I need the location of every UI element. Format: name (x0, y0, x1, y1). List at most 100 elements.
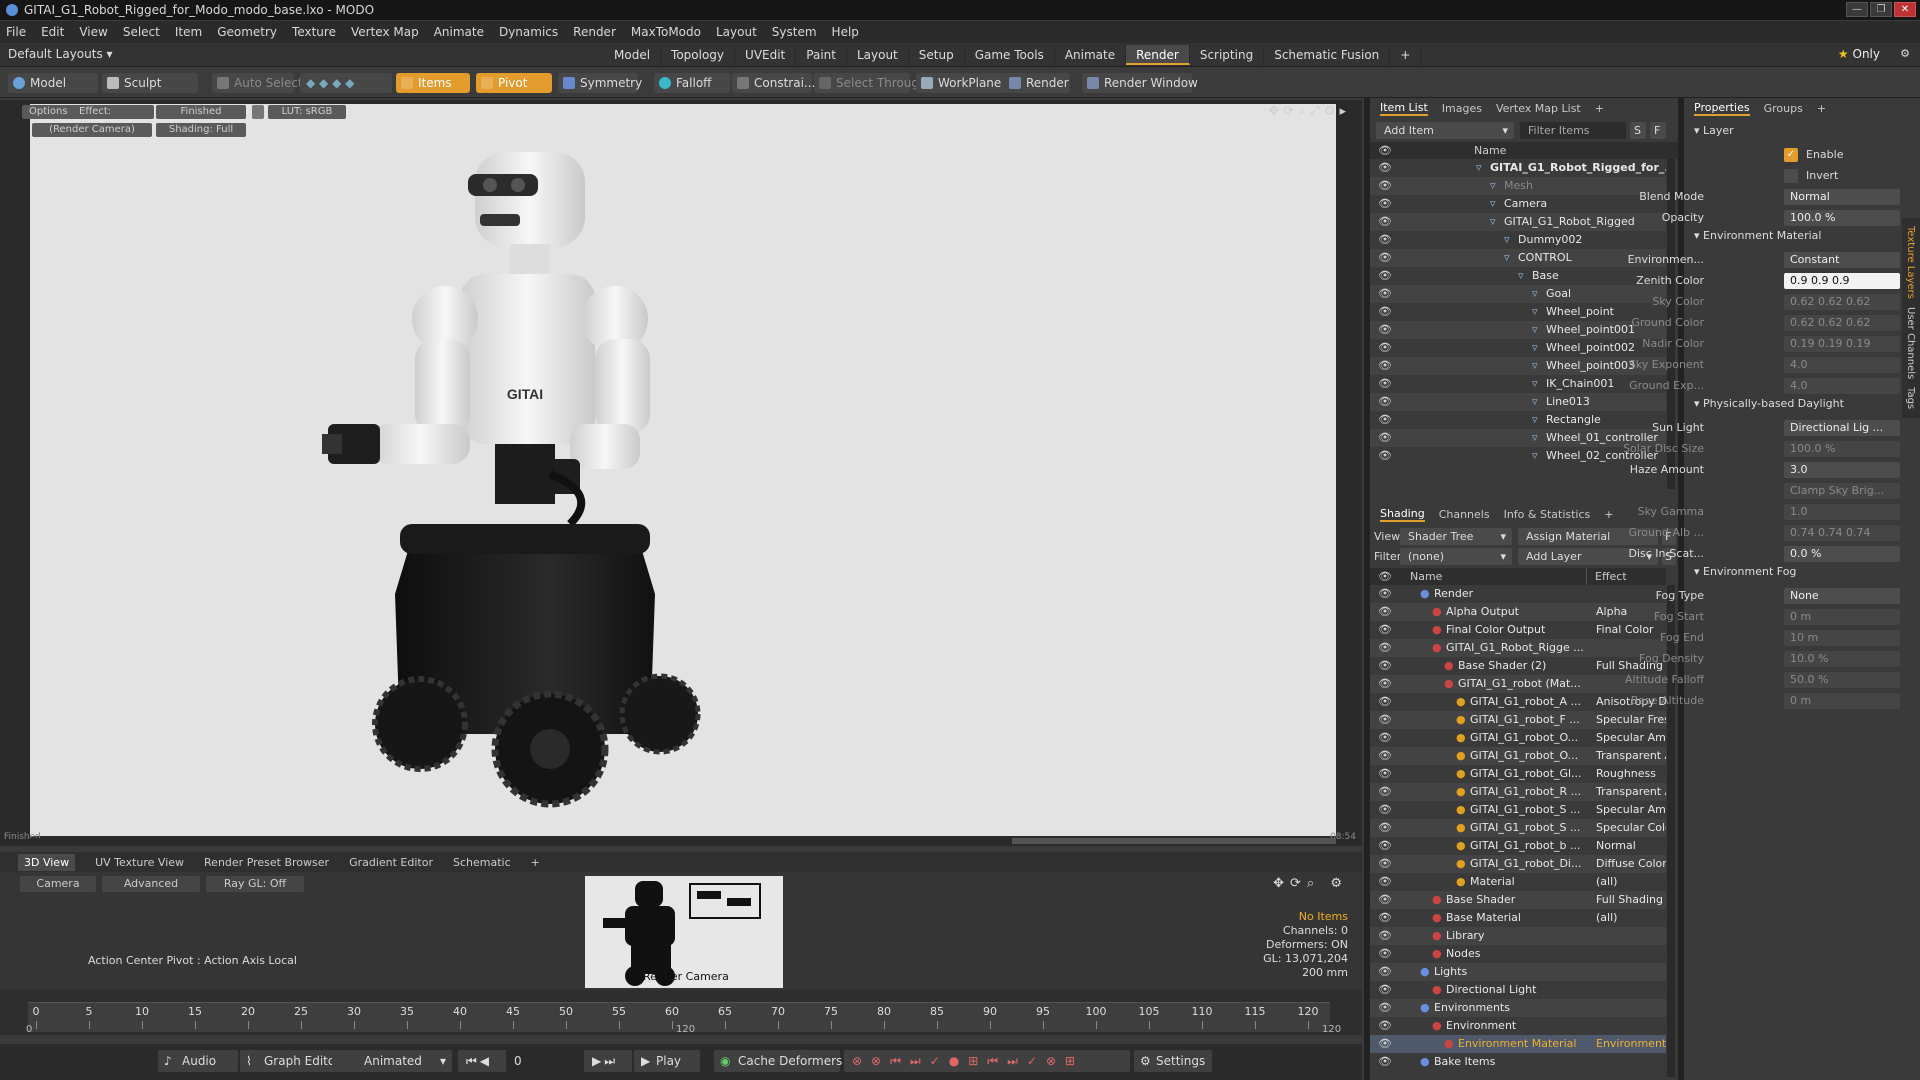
sculpt-button[interactable]: Sculpt (102, 73, 198, 93)
property-base-altitude[interactable]: Base Altitude 0 m (1631, 691, 1900, 711)
animated-select[interactable]: Animated ▾ (332, 1050, 452, 1072)
layout-tab-game-tools[interactable]: Game Tools (965, 45, 1055, 65)
prop-section-layer[interactable]: ▾ Layer (1694, 124, 1734, 137)
visibility-eye-icon[interactable]: 👁 (1378, 693, 1392, 711)
property-sky-exponent[interactable]: Sky Exponent 4.0 (1629, 355, 1900, 375)
property-value[interactable]: 0.9 0.9 0.9 (1784, 273, 1900, 289)
items-button[interactable]: Items (396, 73, 470, 93)
menu-texture[interactable]: Texture (292, 25, 336, 39)
visibility-eye-icon[interactable]: 👁 (1378, 675, 1392, 693)
render-window-button[interactable]: Render Window (1082, 73, 1198, 93)
viewport-nav-icons[interactable]: ✥⟳⌕⤢⚙▸ (1268, 104, 1350, 119)
item-row[interactable]: 👁 ▿ Wheel_02_controller (1370, 447, 1666, 465)
item-row[interactable]: 👁 ▿ Wheel_point (1370, 303, 1666, 321)
item-row[interactable]: 👁 ▿ Mesh (1370, 177, 1666, 195)
ray-gl-button[interactable]: Ray GL: Off (206, 876, 304, 892)
visibility-eye-icon[interactable]: 👁 (1378, 621, 1392, 639)
property-value[interactable]: 100.0 % (1784, 441, 1900, 457)
visibility-eye-icon[interactable]: 👁 (1378, 1017, 1392, 1035)
property-clamp-sky-brig[interactable]: Clamp Sky Brig... (1684, 481, 1900, 501)
bottom-tab-3d-view[interactable]: 3D View (18, 853, 76, 871)
item-list-tab-vertex-map-list[interactable]: Vertex Map List (1496, 102, 1581, 115)
lock-icon[interactable] (252, 105, 264, 119)
property-value[interactable]: 4.0 (1784, 357, 1900, 373)
visibility-eye-icon[interactable]: 👁 (1378, 909, 1392, 927)
bottom-tab-schematic[interactable]: Schematic (453, 856, 511, 869)
property-value[interactable]: None (1784, 588, 1900, 604)
render-canvas[interactable]: GITAI (30, 104, 1336, 836)
visibility-eye-icon[interactable]: 👁 (1378, 303, 1392, 321)
item-row[interactable]: 👁 ▿ Wheel_point003 (1370, 357, 1666, 375)
visibility-eye-icon[interactable]: 👁 (1378, 657, 1392, 675)
shader-row[interactable]: 👁 ● Material (all) (1370, 873, 1666, 891)
shader-row[interactable]: 👁 ● GITAI_G1_robot_O... Specular Amount (1370, 729, 1666, 747)
bottom-tab-gradient-editor[interactable]: Gradient Editor (349, 856, 433, 869)
layout-tab-animate[interactable]: Animate (1055, 45, 1127, 65)
menu-view[interactable]: View (79, 25, 107, 39)
visibility-eye-icon[interactable]: 👁 (1378, 603, 1392, 621)
menu-maxtomodo[interactable]: MaxToModo (631, 25, 701, 39)
item-row[interactable]: 👁 ▿ GITAI_G1_Robot_Rigged_for_... (1370, 159, 1666, 177)
prop-section-environment-material[interactable]: ▾ Environment Material (1694, 229, 1821, 242)
shader-row[interactable]: 👁 ● GITAI_G1_robot_b ... Normal (1370, 837, 1666, 855)
item-row[interactable]: 👁 ▿ CONTROL (1370, 249, 1666, 267)
property-nadir-color[interactable]: Nadir Color 0.19 0.19 0.19 (1642, 334, 1900, 354)
render-button[interactable]: Render (1004, 73, 1070, 93)
layout-tab-uvedit[interactable]: UVEdit (735, 45, 797, 65)
property-disc-in-scat[interactable]: Disc In-Scat... 0.0 % (1628, 544, 1900, 564)
menu-help[interactable]: Help (832, 25, 859, 39)
property-value[interactable]: 0 m (1784, 609, 1900, 625)
property-value[interactable]: 0.74 0.74 0.74 (1784, 525, 1900, 541)
menu-system[interactable]: System (772, 25, 817, 39)
property-value[interactable]: 10 m (1784, 630, 1900, 646)
properties-tab-groups[interactable]: Groups (1764, 102, 1803, 115)
item-row[interactable]: 👁 ▿ Line013 (1370, 393, 1666, 411)
play-button[interactable]: ▶ Play (634, 1050, 700, 1072)
property-opacity[interactable]: Opacity 100.0 % (1662, 208, 1900, 228)
shader-row[interactable]: 👁 ● Render (1370, 585, 1666, 603)
close-button[interactable]: ✕ (1894, 2, 1916, 17)
visibility-eye-icon[interactable]: 👁 (1378, 585, 1392, 603)
visibility-eye-icon[interactable]: 👁 (1378, 159, 1392, 177)
lut-chip[interactable]: LUT: sRGB (268, 105, 346, 119)
visibility-eye-icon[interactable]: 👁 (1378, 339, 1392, 357)
property-haze-amount[interactable]: Haze Amount 3.0 (1630, 460, 1900, 480)
view-select[interactable]: Shader Tree ▾ (1400, 528, 1512, 545)
visibility-eye-icon[interactable]: 👁 (1378, 195, 1392, 213)
side-tab-texture-layers[interactable]: Texture Layers (1905, 226, 1916, 299)
item-row[interactable]: 👁 ▿ Base (1370, 267, 1666, 285)
render-viewport[interactable]: GITAI Options Effect: Finished LUT: sRGB… (0, 100, 1362, 846)
shader-row[interactable]: 👁 ● GITAI_G1_robot_R ... Transparent Am... (1370, 783, 1666, 801)
item-row[interactable]: 👁 ▿ Wheel_point001 (1370, 321, 1666, 339)
shader-row[interactable]: 👁 ● Alpha Output Alpha (1370, 603, 1666, 621)
property-value[interactable]: 3.0 (1784, 462, 1900, 478)
property-value[interactable]: 100.0 % (1784, 210, 1900, 226)
property-environmen[interactable]: Environmen... Constant (1628, 250, 1900, 270)
visibility-eye-icon[interactable]: 👁 (1378, 729, 1392, 747)
visibility-eye-icon[interactable]: 👁 (1378, 747, 1392, 765)
visibility-eye-icon[interactable]: 👁 (1378, 783, 1392, 801)
menu-item[interactable]: Item (175, 25, 202, 39)
property-sun-light[interactable]: Sun Light Directional Lig ... (1652, 418, 1900, 438)
property-value[interactable]: 10.0 % (1784, 651, 1900, 667)
shader-row[interactable]: 👁 ● Directional Light (1370, 981, 1666, 999)
gear-icon[interactable]: ⚙ (1900, 47, 1910, 60)
visibility-eye-icon[interactable]: 👁 (1378, 447, 1392, 465)
checkbox-box[interactable]: ✓ (1784, 148, 1798, 162)
item-row[interactable]: 👁 ▿ Camera (1370, 195, 1666, 213)
visibility-eye-icon[interactable]: 👁 (1378, 285, 1392, 303)
property-blend-mode[interactable]: Blend Mode Normal (1639, 187, 1900, 207)
camera-chip[interactable]: (Render Camera) (32, 123, 152, 137)
layout-tab-render[interactable]: Render (1126, 45, 1190, 65)
only-toggle[interactable]: ★ Only (1838, 47, 1880, 61)
menu-edit[interactable]: Edit (41, 25, 64, 39)
advanced-button[interactable]: Advanced (102, 876, 200, 892)
graph-editor-button[interactable]: ⌇ Graph Editor (240, 1050, 340, 1072)
property-fog-density[interactable]: Fog Density 10.0 % (1639, 649, 1900, 669)
property-value[interactable]: 0.62 0.62 0.62 (1784, 315, 1900, 331)
shader-row[interactable]: 👁 ● GITAI_G1_Robot_Rigge ... (1370, 639, 1666, 657)
layout-tab-scripting[interactable]: Scripting (1190, 45, 1265, 65)
workplane-button[interactable]: WorkPlane (916, 73, 1006, 93)
property-sky-gamma[interactable]: Sky Gamma 1.0 (1638, 502, 1900, 522)
visibility-eye-icon[interactable]: 👁 (1378, 429, 1392, 447)
